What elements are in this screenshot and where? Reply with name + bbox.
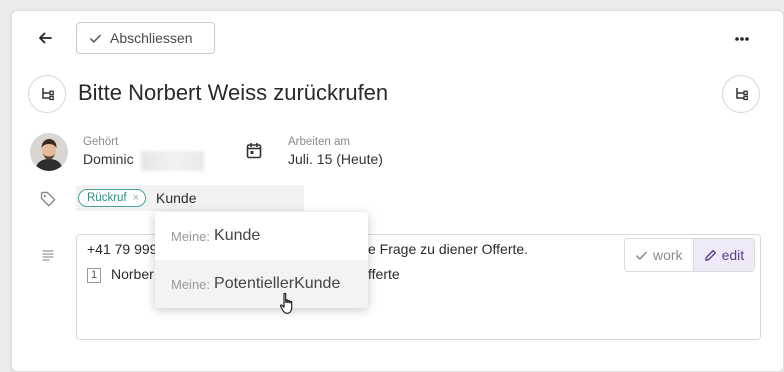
tag-icon [40,191,56,212]
description-line-2-end: fferte [368,266,400,282]
tag-chip-label: Rückruf [87,192,127,204]
more-horizontal-icon [735,37,749,41]
suggestion-item-potentieller-kunde[interactable]: Meine: PotentiellerKunde [155,260,368,308]
tag-input-text[interactable]: Kunde [156,190,196,206]
tag-chip[interactable]: Rückruf × [78,189,147,207]
subtask-tree-icon [736,88,748,101]
check-icon [90,34,101,43]
more-options-button[interactable] [726,28,758,50]
finish-button-label: Abschliessen [110,30,193,46]
suggestion-item-kunde[interactable]: Meine: Kunde [155,212,368,260]
owner-name[interactable]: Dominic [83,151,134,167]
hand-pointer-cursor-icon [279,292,297,321]
pencil-icon [704,249,716,261]
user-photo-icon [30,133,68,171]
back-button[interactable] [30,24,60,52]
schedule-label: Arbeiten am [288,136,351,148]
subtask-tree-icon [42,88,54,101]
description-icon [42,248,54,266]
calendar-icon[interactable] [246,142,262,164]
numbered-item-box: 1 [87,267,101,283]
work-button-label: work [653,247,683,263]
edit-button-label: edit [721,247,745,263]
page-title: Bitte Norbert Weiss zurückrufen [78,80,389,105]
work-button[interactable]: work [625,239,693,271]
arrow-left-icon [39,32,52,44]
subtask-tree-button-left[interactable] [28,75,66,113]
remove-tag-icon[interactable]: × [133,192,139,204]
description-line-1-start: +41 79 999 [87,241,158,257]
finish-button[interactable]: Abschliessen [76,22,215,54]
avatar[interactable] [30,133,68,171]
owner-label: Gehört [83,136,119,148]
description-line-2-start: 1 Norber [87,266,154,283]
edit-button[interactable]: edit [692,239,755,271]
editor-actions: work edit [624,238,756,272]
redacted-surname [141,151,204,171]
description-line-1-end: e Frage zu diener Offerte. [368,241,529,257]
schedule-value[interactable]: Juli. 15 (Heute) [288,151,383,167]
check-icon [636,251,647,260]
subtask-tree-button-right[interactable] [722,75,760,113]
tag-suggestion-dropdown: Meine: Kunde Meine: PotentiellerKunde [155,212,368,308]
